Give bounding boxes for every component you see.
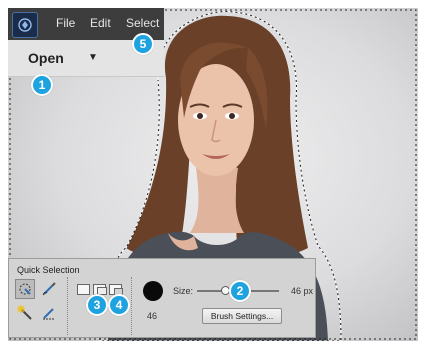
callout-2: 2 xyxy=(229,280,251,302)
open-label: Open xyxy=(28,50,64,66)
dropdown-triangle-icon[interactable]: ▼ xyxy=(88,52,98,63)
refine-selection-brush-icon[interactable] xyxy=(39,303,59,323)
size-value: 46 px xyxy=(291,286,314,296)
divider xyxy=(131,277,132,335)
callout-3: 3 xyxy=(86,294,108,316)
tool-options-title: Quick Selection xyxy=(17,265,80,275)
selection-brush-icon[interactable] xyxy=(39,279,59,299)
callout-4: 4 xyxy=(108,294,130,316)
brush-settings-button[interactable]: Brush Settings... xyxy=(202,308,282,324)
brush-preview xyxy=(143,281,163,301)
quick-selection-tool-icon[interactable] xyxy=(15,279,35,299)
size-label: Size: xyxy=(173,286,194,296)
callout-1: 1 xyxy=(31,74,53,96)
menu-file[interactable]: File xyxy=(56,16,75,30)
new-selection-icon[interactable] xyxy=(77,284,90,295)
brush-size-preview: 46 xyxy=(147,311,158,321)
photoshop-elements-logo-icon[interactable] xyxy=(12,12,38,38)
magic-wand-icon[interactable] xyxy=(15,303,35,323)
callout-5: 5 xyxy=(132,33,154,55)
tool-options-panel: Quick Selection 46 Size: 46 px Brush Set… xyxy=(8,258,316,338)
menu-edit[interactable]: Edit xyxy=(90,16,111,30)
menu-select[interactable]: Select xyxy=(126,16,159,30)
divider xyxy=(67,277,68,335)
